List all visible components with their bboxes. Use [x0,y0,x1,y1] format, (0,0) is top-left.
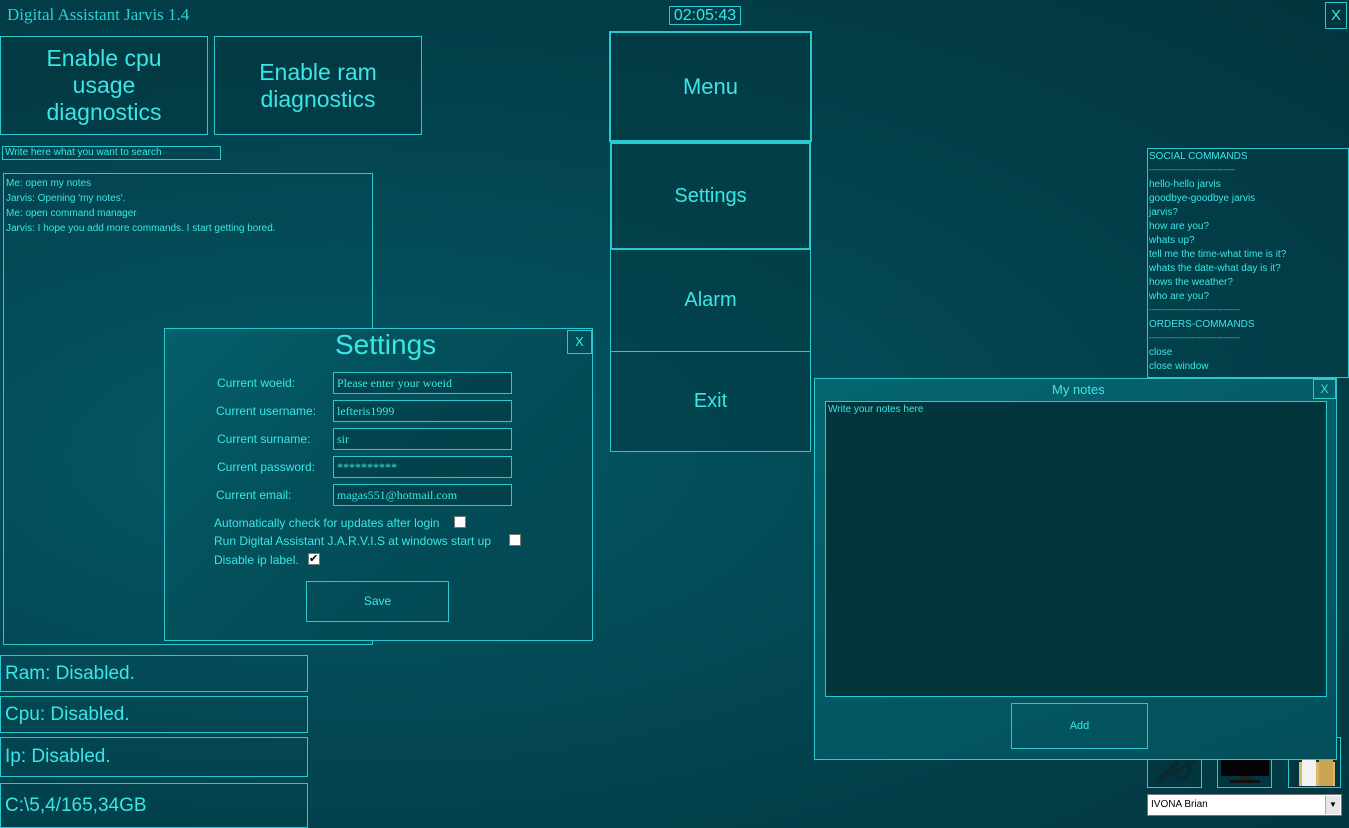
settings-close-button[interactable]: X [567,330,592,354]
enable-cpu-diagnostics-button[interactable]: Enable cpu usage diagnostics [0,36,208,135]
ram-status: Ram: Disabled. [0,655,308,692]
menu-button[interactable]: Menu [609,31,812,142]
voice-select[interactable]: IVONA Brian ▼ [1147,794,1342,816]
auto-update-checkbox[interactable] [454,516,466,528]
notes-close-button[interactable]: X [1313,379,1336,399]
menu-exit-button[interactable]: Exit [610,351,811,452]
chat-line: Jarvis: Opening 'my notes'. [6,193,126,204]
email-field[interactable]: magas551@hotmail.com [333,484,512,506]
ip-status: Ip: Disabled. [0,737,308,777]
command-line: close window [1149,361,1209,372]
command-line: whats the date-what day is it? [1149,263,1281,274]
auto-update-label: Automatically check for updates after lo… [214,516,440,530]
woeid-label: Current woeid: [217,376,296,390]
command-line: goodbye-goodbye jarvis [1149,193,1256,204]
disable-ip-checkbox[interactable] [308,552,320,565]
surname-label: Current surname: [217,432,311,446]
password-field[interactable]: ********** [333,456,512,478]
voice-select-value: IVONA Brian [1151,799,1208,810]
enable-ram-diagnostics-button[interactable]: Enable ram diagnostics [214,36,422,135]
command-line: ------------------------------------- [1149,167,1236,174]
surname-field[interactable]: sir [333,428,512,450]
command-line: hello-hello jarvis [1149,179,1221,190]
command-line: SOCIAL COMMANDS [1149,151,1248,162]
disk-status: C:\5,4/165,34GB [0,783,308,828]
search-input[interactable]: Write here what you want to search [2,146,221,160]
command-line: --------------------------------------- [1149,335,1240,342]
command-line: who are you? [1149,291,1210,302]
command-line: tell me the time-what time is it? [1149,249,1287,260]
chat-line: Me: open my notes [6,178,92,189]
email-label: Current email: [216,488,292,502]
command-line: close [1149,347,1173,358]
notes-title: My notes [1052,382,1105,397]
save-button[interactable]: Save [306,581,449,622]
chat-line: Jarvis: I hope you add more commands. I … [6,223,276,234]
woeid-field[interactable]: Please enter your woeid [333,372,512,394]
command-line: how are you? [1149,221,1210,232]
menu-settings-button[interactable]: Settings [610,142,811,250]
add-note-button[interactable]: Add [1011,703,1148,749]
chat-line: Me: open command manager [6,208,137,219]
notes-dialog: My notes X Write your notes here Add [814,378,1337,760]
notes-textarea[interactable]: Write your notes here [825,401,1327,697]
username-label: Current username: [216,404,317,418]
app-close-button[interactable]: X [1325,2,1347,29]
commands-list: SOCIAL COMMANDS ------------------------… [1147,148,1349,378]
chevron-down-icon[interactable]: ▼ [1325,796,1340,814]
username-field[interactable]: lefteris1999 [333,400,512,422]
clock: 02:05:43 [669,6,741,25]
settings-title: Settings [335,329,437,360]
command-line: jarvis? [1149,207,1178,218]
password-label: Current password: [217,460,316,474]
command-line: whats up? [1149,235,1195,246]
startup-label: Run Digital Assistant J.A.R.V.I.S at win… [214,534,492,548]
command-line: ORDERS-COMMANDS [1149,319,1255,330]
menu-alarm-button[interactable]: Alarm [610,249,811,352]
title-bar: Digital Assistant Jarvis 1.4 02:05:43 X [0,0,1349,30]
command-line: --------------------------------------- [1149,307,1240,314]
cpu-status: Cpu: Disabled. [0,696,308,733]
disable-ip-label: Disable ip label. [214,553,299,567]
settings-dialog: Settings X Current woeid: Please enter y… [164,328,593,641]
app-title: Digital Assistant Jarvis 1.4 [7,5,190,24]
startup-checkbox[interactable] [509,534,521,546]
command-line: hows the weather? [1149,277,1233,288]
